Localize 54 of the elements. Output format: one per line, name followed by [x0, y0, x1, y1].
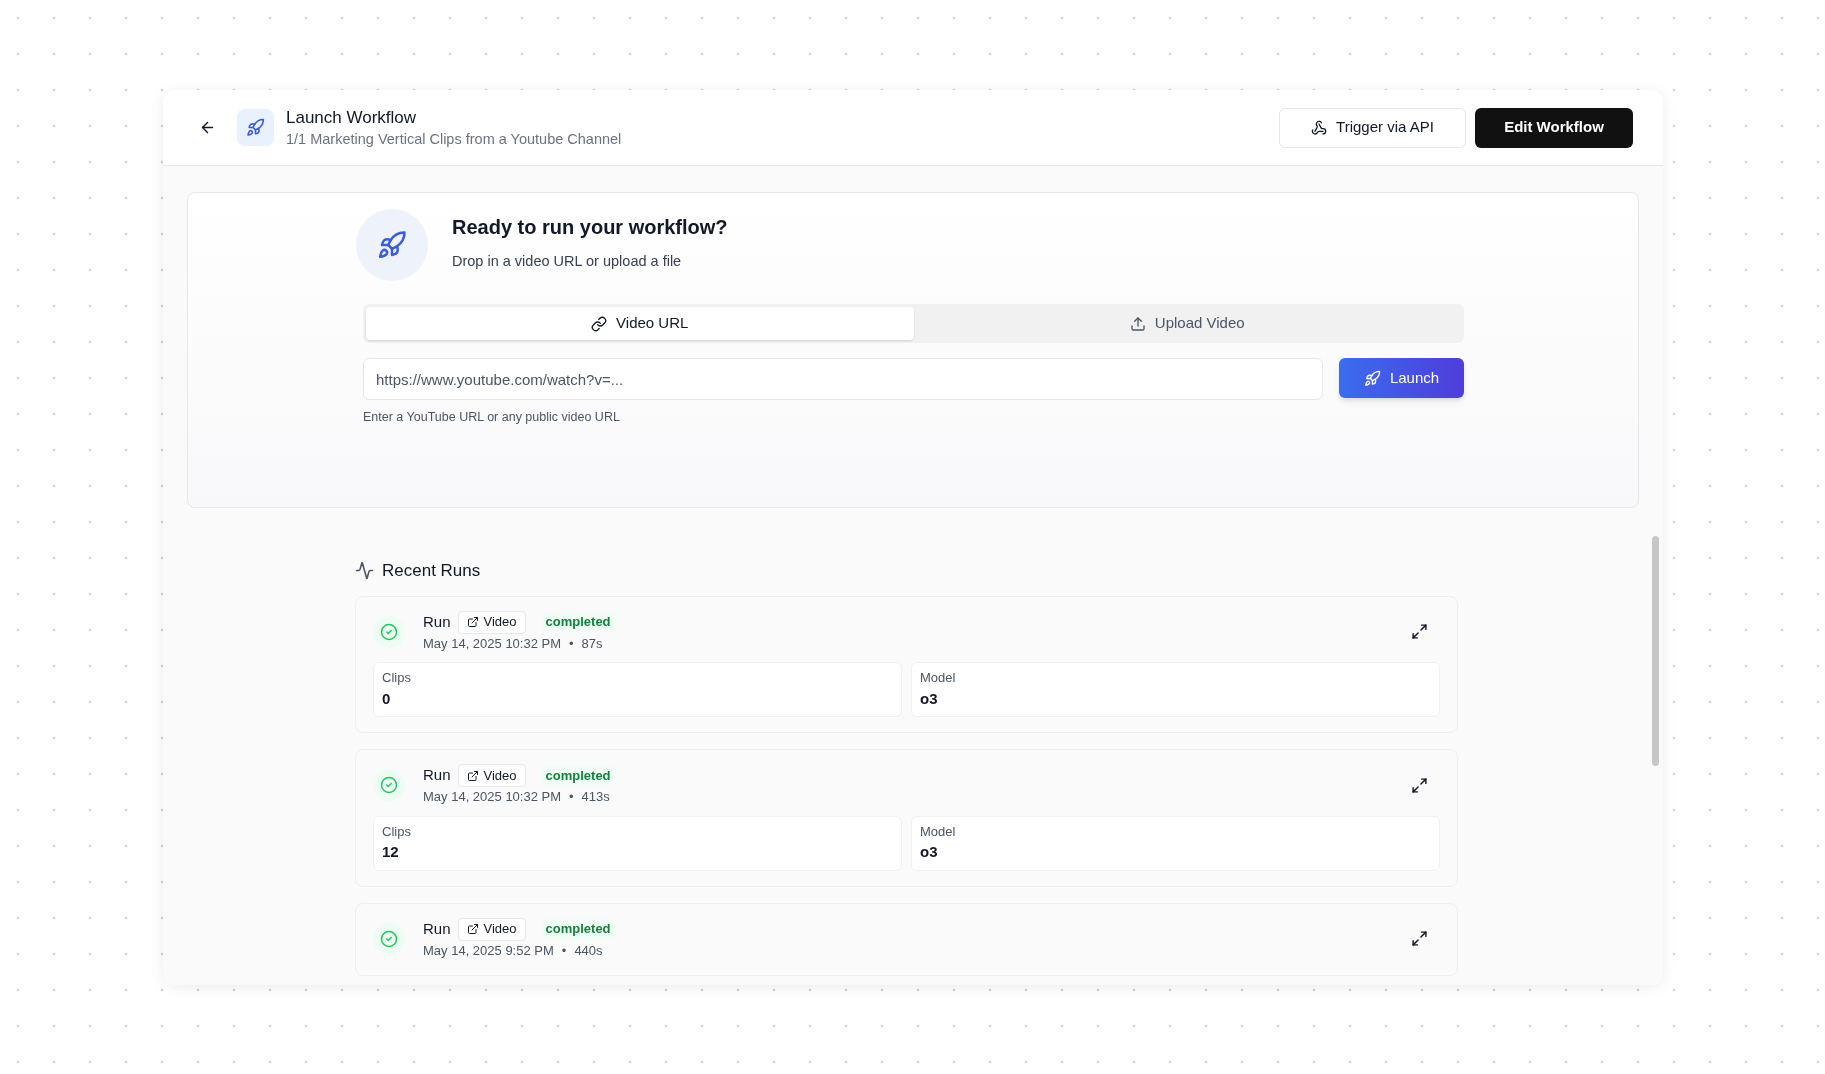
video-link[interactable]: Video — [457, 917, 526, 941]
stat-value: o3 — [920, 688, 938, 709]
stat-value: 0 — [382, 688, 391, 709]
page-subtitle: 1/1 Marketing Vertical Clips from a Youtube Channel — [286, 129, 622, 149]
stat-value: o3 — [920, 842, 938, 862]
run-date: May 14, 2025 10:32 PM — [423, 634, 562, 653]
bullet-separator: • — [569, 788, 574, 806]
run-label: Run — [423, 918, 451, 939]
launch-heading: Ready to run your workflow? — [452, 214, 728, 240]
stat-label: Model — [920, 822, 956, 841]
external-link-icon — [466, 769, 479, 782]
expand-icon — [1410, 930, 1428, 948]
check-circle-icon — [380, 622, 398, 641]
source-tab[interactable]: Video URL — [366, 307, 914, 340]
video-link[interactable]: Video — [457, 764, 526, 787]
run-date: May 14, 2025 9:52 PM — [423, 941, 554, 960]
check-circle-icon — [380, 929, 398, 948]
run-duration: 413s — [581, 788, 610, 806]
upload-icon — [1129, 315, 1146, 332]
launch-button[interactable]: Launch — [1339, 358, 1464, 398]
stat-label: Clips — [382, 822, 411, 841]
stat-value: 12 — [382, 842, 399, 862]
trigger-api-button[interactable]: Trigger via API — [1279, 107, 1466, 148]
bullet-separator: • — [569, 634, 574, 653]
check-circle-icon — [380, 776, 398, 795]
run-duration: 440s — [574, 941, 603, 960]
status-label: completed — [541, 612, 615, 632]
expand-icon — [1410, 776, 1428, 794]
edit-workflow-button[interactable]: Edit Workflow — [1475, 107, 1633, 148]
link-icon — [591, 315, 608, 332]
expand-icon — [1410, 623, 1428, 641]
launch-description: Drop in a video URL or upload a file — [452, 251, 683, 271]
rocket-icon — [1363, 369, 1381, 387]
rocket-icon — [246, 118, 265, 137]
external-link-icon — [466, 616, 479, 628]
run-label: Run — [423, 765, 451, 786]
video-link[interactable]: Video — [457, 610, 526, 634]
stat-label: Clips — [382, 669, 411, 687]
webhook-icon — [1311, 119, 1328, 136]
bullet-separator: • — [561, 941, 567, 960]
section-title: Recent Runs — [382, 560, 481, 582]
run-duration: 87s — [581, 634, 603, 653]
source-tab[interactable]: Upload Video — [913, 307, 1461, 340]
status-label: completed — [541, 919, 615, 939]
video-url-field[interactable]: https://www.youtube.com/watch?v=... — [363, 358, 1323, 400]
rocket-icon — [377, 230, 407, 260]
status-label: completed — [541, 765, 615, 786]
url-hint: Enter a YouTube URL or any public video URL — [363, 409, 620, 426]
run-label: Run — [423, 611, 451, 632]
stat-label: Model — [920, 669, 956, 687]
run-date: May 14, 2025 10:32 PM — [423, 788, 562, 806]
external-link-icon — [466, 923, 479, 935]
activity-icon — [355, 561, 374, 581]
page-title: Launch Workflow — [286, 106, 418, 129]
